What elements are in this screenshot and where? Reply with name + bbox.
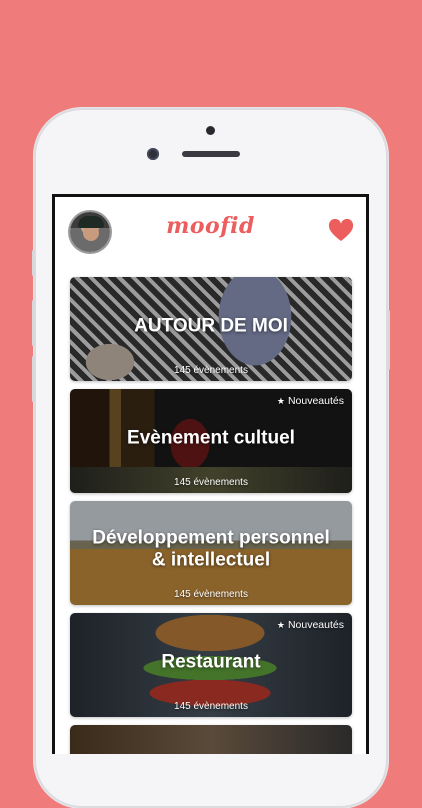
category-card-autour-de-moi[interactable]: AUTOUR DE MOI 145 évènements [70,277,352,381]
front-camera [147,148,159,160]
app-header: moofid [55,197,366,269]
power-button [387,310,390,370]
app-screen: moofid AUTOUR DE MOI 145 évènements ★ Nou… [52,194,369,754]
category-list: AUTOUR DE MOI 145 évènements ★ Nouveautés… [70,277,352,754]
event-count: 145 évènements [174,365,248,376]
event-count: 145 évènements [174,589,248,600]
volume-down-button [32,356,35,402]
app-logo: moofid [166,213,255,239]
category-card-developpement[interactable]: Développement personnel & intellectuel 1… [70,501,352,605]
event-count: 145 évènements [174,477,248,488]
proximity-sensor [206,126,215,135]
category-title: Evènement cultuel [127,427,295,449]
new-badge-label: Nouveautés [287,395,344,407]
star-icon: ★ [276,396,285,406]
new-badge: ★ Nouveautés [277,619,344,631]
heart-icon[interactable] [328,219,354,243]
earpiece-speaker [182,151,240,157]
new-badge-label: Nouveautés [287,619,344,631]
category-card-restaurant[interactable]: ★ Nouveautés Restaurant 145 évènements [70,613,352,717]
new-badge: ★ Nouveautés [277,395,344,407]
star-icon: ★ [276,620,285,630]
category-card-evenement-cultuel[interactable]: ★ Nouveautés Evènement cultuel 145 évènem… [70,389,352,493]
volume-up-button [32,300,35,346]
mute-switch [32,250,35,276]
event-count: 145 évènements [174,701,248,712]
category-title: Développement personnel & intellectuel [92,527,330,571]
category-title: AUTOUR DE MOI [134,315,288,337]
category-title: Restaurant [161,651,261,673]
